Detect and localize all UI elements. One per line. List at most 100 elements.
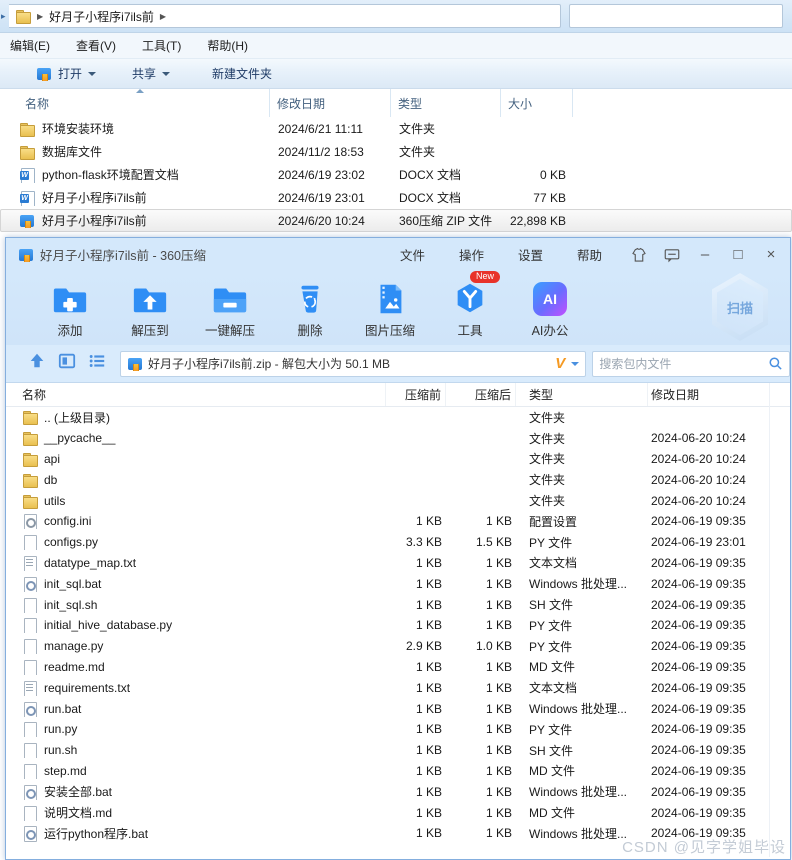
file-type: 文件夹 xyxy=(529,431,566,446)
preview-view-icon[interactable] xyxy=(58,352,76,375)
archive-path-text: 好月子小程序i7ils前.zip - 解包大小为 50.1 MB xyxy=(148,357,391,371)
archive-file-row[interactable]: .. (上级目录) 文件夹 xyxy=(6,407,790,428)
tools-button[interactable]: New 工具 xyxy=(434,271,506,339)
menu-view[interactable]: 查看(V) xyxy=(68,34,124,57)
column-header-type[interactable]: 类型 xyxy=(391,89,501,117)
maximize-button[interactable]: □ xyxy=(729,246,747,264)
archive-file-row[interactable]: utils 文件夹 2024-06-20 10:24 xyxy=(6,490,790,511)
column-header-name[interactable]: 名称 xyxy=(22,383,386,406)
up-level-icon[interactable] xyxy=(28,352,46,375)
screen: ▸ ▶ 好月子小程序i7ils前 ▶ 编辑(E) 查看(V) 工具(T) 帮助(… xyxy=(0,0,792,860)
explorer-file-row[interactable]: 数据库文件 2024/11/2 18:53 文件夹 xyxy=(0,140,792,163)
extract-to-button[interactable]: 解压到 xyxy=(114,271,186,339)
delete-button[interactable]: 删除 xyxy=(274,271,346,339)
file-type: 文件夹 xyxy=(529,452,566,467)
archive-file-row[interactable]: 说明文档.md 1 KB 1 KB MD 文件 2024-06-19 09:35 xyxy=(6,802,790,823)
archive-path-box[interactable]: 好月子小程序i7ils前.zip - 解包大小为 50.1 MB V xyxy=(120,350,587,377)
column-header-type[interactable]: 类型 xyxy=(516,383,648,406)
zip-file-icon xyxy=(36,66,52,82)
size-before: 1 KB xyxy=(415,722,442,737)
file-type-icon xyxy=(22,721,38,738)
chevron-down-icon[interactable] xyxy=(571,361,580,366)
column-header-before[interactable]: 压缩前 xyxy=(386,383,446,406)
minimize-button[interactable]: – xyxy=(696,246,714,264)
menu-file[interactable]: 文件 xyxy=(400,245,425,264)
file-type-icon xyxy=(19,167,35,183)
menu-help[interactable]: 帮助 xyxy=(577,245,602,264)
explorer-file-row[interactable]: 好月子小程序i7ils前 2024/6/20 10:24 360压缩 ZIP 文… xyxy=(0,209,792,232)
close-button[interactable]: × xyxy=(762,246,780,264)
archive-file-row[interactable]: api 文件夹 2024-06-20 10:24 xyxy=(6,449,790,470)
add-folder-icon xyxy=(50,279,90,319)
archive-search-box[interactable] xyxy=(592,350,790,377)
size-after: 1 KB xyxy=(485,618,512,633)
file-type: 配置设置 xyxy=(529,514,578,529)
column-header-after[interactable]: 压缩后 xyxy=(446,383,516,406)
size-after: 1 KB xyxy=(485,763,512,778)
archive-file-row[interactable]: datatype_map.txt 1 KB 1 KB 文本文档 2024-06-… xyxy=(6,553,790,574)
menu-tools[interactable]: 工具(T) xyxy=(134,34,189,57)
ai-office-button[interactable]: AI AI办公 xyxy=(514,271,586,339)
column-header-date[interactable]: 修改日期 xyxy=(648,383,792,406)
file-type: DOCX 文档 xyxy=(399,168,462,182)
archive-file-row[interactable]: init_sql.sh 1 KB 1 KB SH 文件 2024-06-19 0… xyxy=(6,594,790,615)
archive-file-row[interactable]: db 文件夹 2024-06-20 10:24 xyxy=(6,469,790,490)
open-button[interactable]: 打开 xyxy=(28,61,104,86)
file-size: 0 KB xyxy=(539,167,566,182)
archive-file-row[interactable]: config.ini 1 KB 1 KB 配置设置 2024-06-19 09:… xyxy=(6,511,790,532)
skin-icon[interactable] xyxy=(630,246,648,264)
explorer-search-input[interactable] xyxy=(569,4,783,28)
archive-file-row[interactable]: manage.py 2.9 KB 1.0 KB PY 文件 2024-06-19… xyxy=(6,636,790,657)
archive-file-row[interactable]: run.sh 1 KB 1 KB SH 文件 2024-06-19 09:35 xyxy=(6,740,790,761)
breadcrumb[interactable]: ▶ 好月子小程序i7ils前 ▶ xyxy=(9,4,561,28)
archive-file-row[interactable]: configs.py 3.3 KB 1.5 KB PY 文件 2024-06-1… xyxy=(6,532,790,553)
app-zip-icon xyxy=(18,247,34,263)
archive-file-row[interactable]: initial_hive_database.py 1 KB 1 KB PY 文件… xyxy=(6,615,790,636)
new-folder-label: 新建文件夹 xyxy=(212,67,273,81)
scan-label: 扫描 xyxy=(726,300,753,316)
column-header-name[interactable]: 名称 xyxy=(18,89,270,117)
archive-file-row[interactable]: run.bat 1 KB 1 KB Windows 批处理... 2024-06… xyxy=(6,698,790,719)
file-name: readme.md xyxy=(44,659,105,674)
column-header-date[interactable]: 修改日期 xyxy=(270,89,391,117)
file-date: 2024-06-20 10:24 xyxy=(651,431,746,446)
list-view-icon[interactable] xyxy=(88,352,106,375)
archive-search-input[interactable] xyxy=(599,356,768,371)
archive-file-row[interactable]: 安装全部.bat 1 KB 1 KB Windows 批处理... 2024-0… xyxy=(6,781,790,802)
file-type: 文件夹 xyxy=(399,122,436,136)
explorer-file-row[interactable]: 环境安装环境 2024/6/21 11:11 文件夹 xyxy=(0,117,792,140)
back-arrow-icon[interactable]: ▸ xyxy=(1,11,9,21)
size-after: 1.5 KB xyxy=(475,535,512,550)
file-date: 2024-06-20 10:24 xyxy=(651,493,746,508)
image-compress-button[interactable]: 图片压缩 xyxy=(354,271,426,339)
share-button[interactable]: 共享 xyxy=(124,61,178,86)
archive-file-row[interactable]: readme.md 1 KB 1 KB MD 文件 2024-06-19 09:… xyxy=(6,657,790,678)
file-type-icon xyxy=(19,213,35,229)
archive-file-row[interactable]: run.py 1 KB 1 KB PY 文件 2024-06-19 09:35 xyxy=(6,719,790,740)
archive-file-row[interactable]: step.md 1 KB 1 KB MD 文件 2024-06-19 09:35 xyxy=(6,761,790,782)
menu-edit[interactable]: 编辑(E) xyxy=(2,34,58,57)
image-file-icon xyxy=(370,279,410,319)
file-type: 文件夹 xyxy=(529,473,566,488)
archive-file-row[interactable]: requirements.txt 1 KB 1 KB 文本文档 2024-06-… xyxy=(6,677,790,698)
file-type: MD 文件 xyxy=(529,660,575,675)
menu-settings[interactable]: 设置 xyxy=(518,245,543,264)
extract-to-label: 解压到 xyxy=(131,324,169,338)
tools-icon xyxy=(450,279,490,319)
explorer-file-row[interactable]: 好月子小程序i7ils前 2024/6/19 23:01 DOCX 文档 77 … xyxy=(0,186,792,209)
archive-file-row[interactable]: __pycache__ 文件夹 2024-06-20 10:24 xyxy=(6,428,790,449)
file-type: PY 文件 xyxy=(529,639,573,654)
scan-button[interactable]: 扫描 xyxy=(712,273,768,341)
column-header-size[interactable]: 大小 xyxy=(501,89,573,117)
feedback-icon[interactable] xyxy=(663,246,681,264)
file-date: 2024-06-20 10:24 xyxy=(651,472,746,487)
explorer-file-row[interactable]: python-flask环境配置文档 2024/6/19 23:02 DOCX … xyxy=(0,163,792,186)
new-folder-button[interactable]: 新建文件夹 xyxy=(204,61,280,86)
explorer-file-list: 名称 修改日期 类型 大小 环境安装环境 2024/6/21 11:11 文件夹… xyxy=(0,89,792,232)
menu-action[interactable]: 操作 xyxy=(459,245,484,264)
one-key-extract-button[interactable]: 一键解压 xyxy=(194,271,266,339)
add-button[interactable]: 添加 xyxy=(34,271,106,339)
menu-help[interactable]: 帮助(H) xyxy=(199,34,256,57)
archive-file-row[interactable]: init_sql.bat 1 KB 1 KB Windows 批处理... 20… xyxy=(6,573,790,594)
file-type: SH 文件 xyxy=(529,598,574,613)
